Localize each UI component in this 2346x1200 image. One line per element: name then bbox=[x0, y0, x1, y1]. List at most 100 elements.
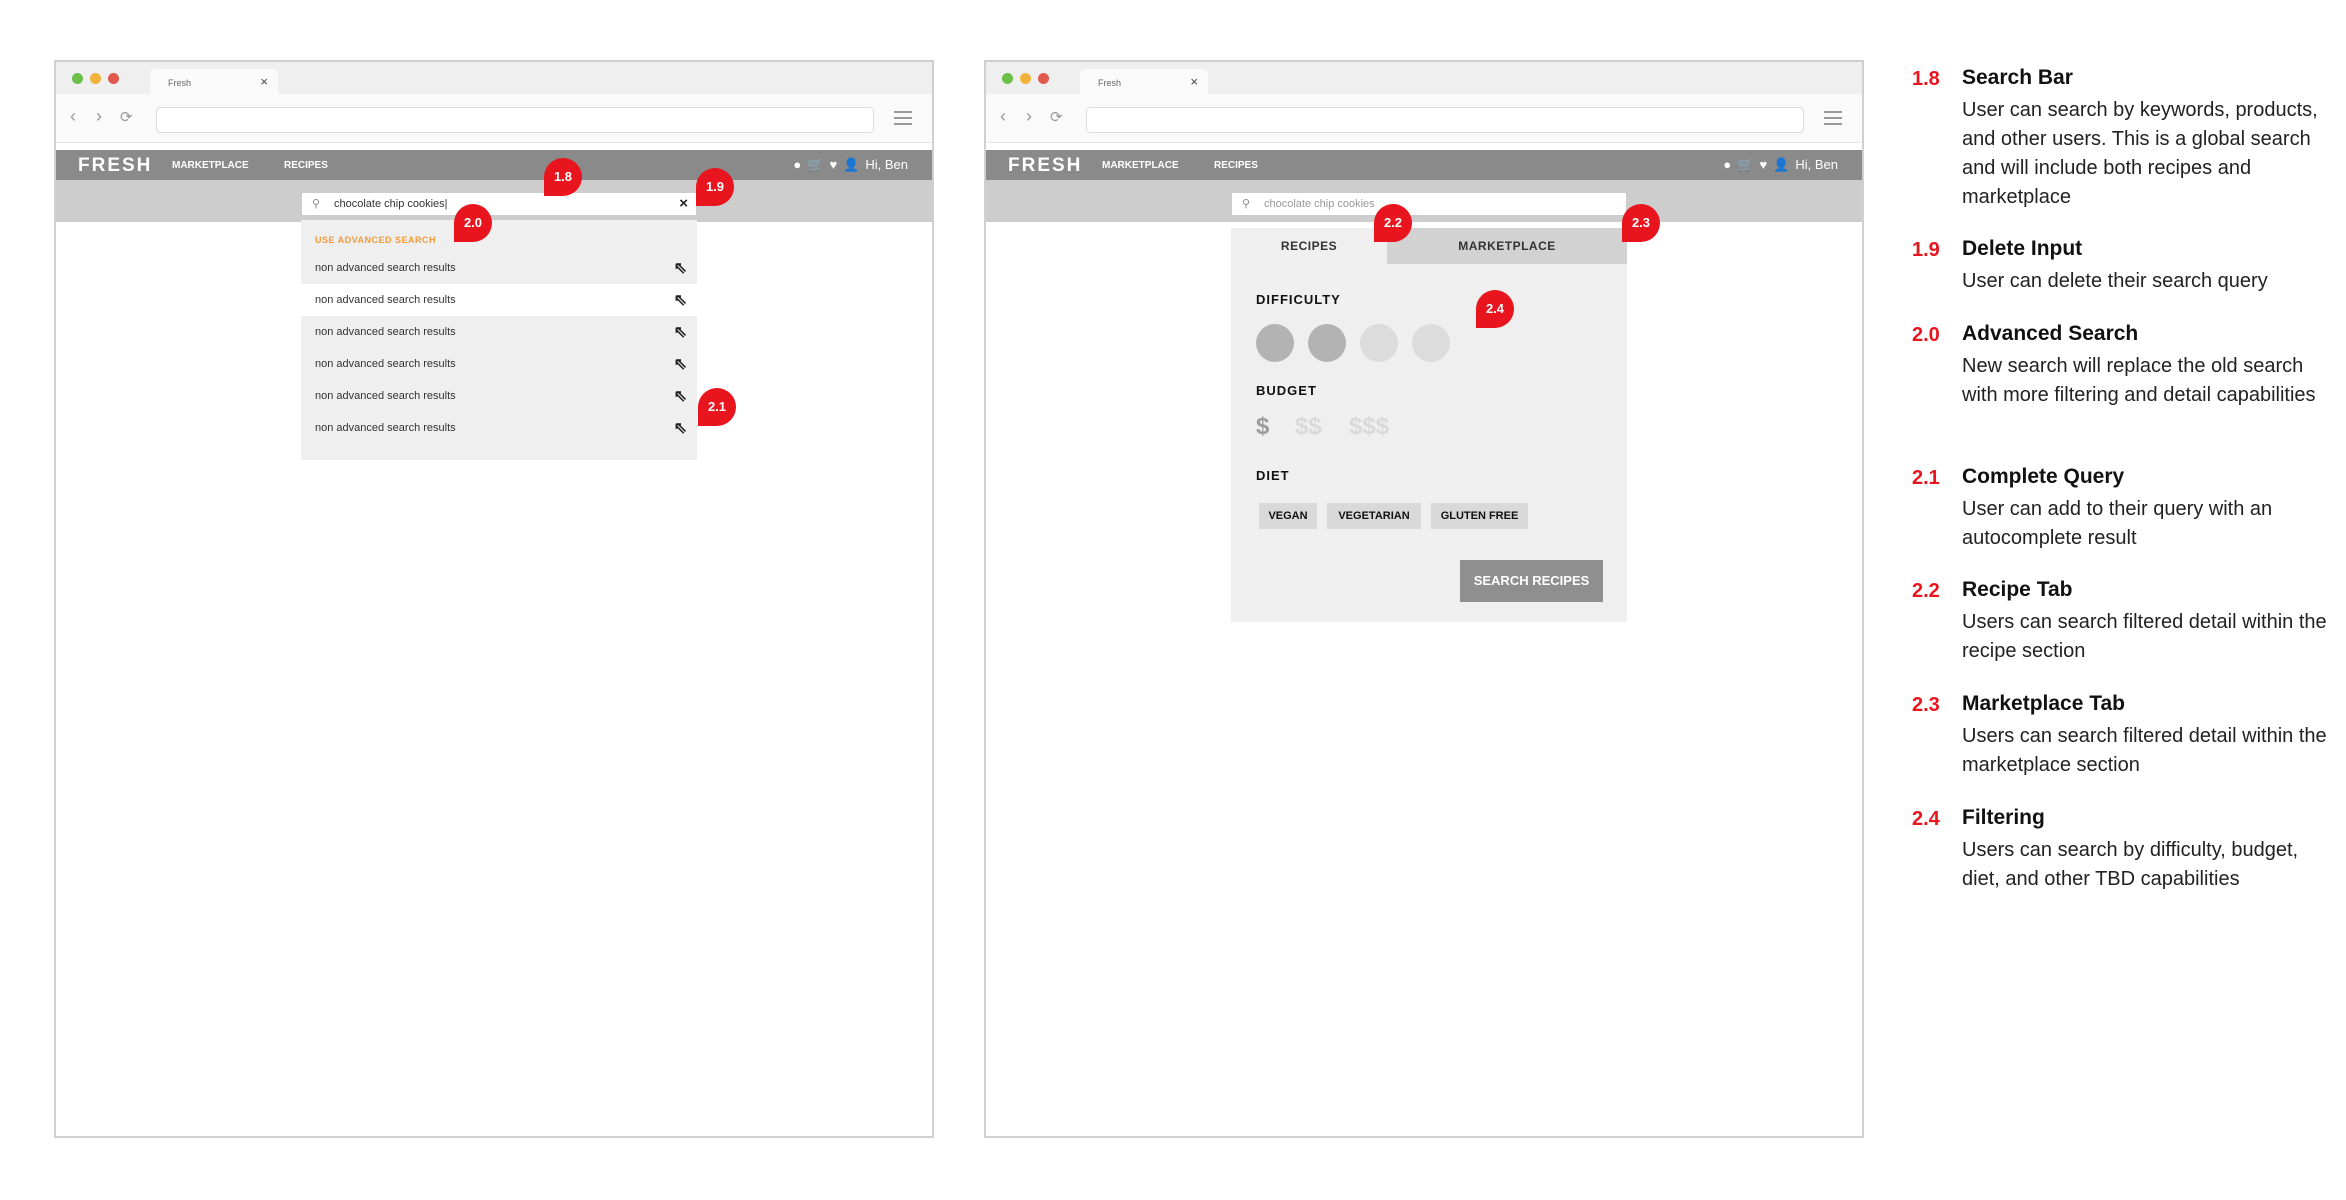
back-icon[interactable]: ‹ bbox=[70, 106, 76, 127]
browser-tab[interactable]: Fresh × bbox=[150, 69, 278, 96]
maximize-dot-icon[interactable] bbox=[108, 73, 119, 84]
result-row[interactable]: non advanced search results ⇖ bbox=[301, 412, 697, 444]
legend-number: 2.4 bbox=[1912, 808, 1940, 830]
callout-1-8: 1.8 bbox=[544, 158, 582, 196]
user-nav: ● 🛒 ♥ 👤 Hi, Ben bbox=[787, 157, 908, 173]
legend-title: Marketplace Tab bbox=[1962, 692, 2126, 715]
forward-icon[interactable]: › bbox=[1026, 106, 1032, 127]
browser-window-left: Fresh × ‹ › ⟳ FRESH MARKETPLACE RECIPES … bbox=[54, 60, 934, 1138]
result-row[interactable]: non advanced search results ⇖ bbox=[301, 252, 697, 284]
brand-logo[interactable]: FRESH bbox=[1008, 155, 1082, 177]
title-bar: Fresh × bbox=[986, 62, 1862, 96]
user-icon[interactable]: 👤 bbox=[843, 157, 859, 172]
heart-icon[interactable]: ♥ bbox=[1759, 157, 1767, 172]
browser-tab[interactable]: Fresh × bbox=[1080, 69, 1208, 96]
difficulty-level-1[interactable] bbox=[1256, 324, 1294, 362]
result-label: non advanced search results bbox=[315, 358, 456, 370]
browser-window-right: Fresh × ‹ › ⟳ FRESH MARKETPLACE RECIPES … bbox=[984, 60, 1864, 1138]
diet-chip-gluten-free[interactable]: GLUTEN FREE bbox=[1431, 503, 1528, 529]
tab-marketplace[interactable]: MARKETPLACE bbox=[1387, 228, 1627, 264]
cart-icon[interactable]: 🛒 bbox=[807, 157, 823, 172]
legend-description: User can add to their query with an auto… bbox=[1962, 498, 2273, 549]
difficulty-level-4[interactable] bbox=[1412, 324, 1450, 362]
result-label: non advanced search results bbox=[315, 390, 456, 402]
callout-2-0: 2.0 bbox=[454, 204, 492, 242]
nav-recipes[interactable]: RECIPES bbox=[1214, 160, 1258, 171]
legend-description: Users can search filtered detail within … bbox=[1962, 611, 2327, 662]
arrow-up-left-icon[interactable]: ⇖ bbox=[674, 290, 687, 310]
brand-logo[interactable]: FRESH bbox=[78, 155, 152, 177]
tab-recipes[interactable]: RECIPES bbox=[1231, 228, 1387, 264]
back-icon[interactable]: ‹ bbox=[1000, 106, 1006, 127]
maximize-dot-icon[interactable] bbox=[1038, 73, 1049, 84]
difficulty-label: DIFFICULTY bbox=[1256, 292, 1341, 307]
difficulty-level-2[interactable] bbox=[1308, 324, 1346, 362]
user-greeting[interactable]: Hi, Ben bbox=[1795, 157, 1838, 172]
legend-title: Complete Query bbox=[1962, 465, 2125, 488]
result-label: non advanced search results bbox=[315, 262, 456, 274]
result-row[interactable]: non advanced search results ⇖ bbox=[301, 348, 697, 380]
arrow-up-left-icon[interactable]: ⇖ bbox=[674, 322, 687, 342]
menu-icon[interactable] bbox=[894, 111, 912, 129]
nav-recipes[interactable]: RECIPES bbox=[284, 160, 328, 171]
browser-toolbar: ‹ › ⟳ bbox=[986, 94, 1862, 143]
nav-marketplace[interactable]: MARKETPLACE bbox=[172, 160, 249, 171]
arrow-up-left-icon[interactable]: ⇖ bbox=[674, 354, 687, 374]
legend-number: 1.8 bbox=[1912, 68, 1940, 90]
difficulty-level-3[interactable] bbox=[1360, 324, 1398, 362]
minimize-dot-icon[interactable] bbox=[1020, 73, 1031, 84]
legend-description: Users can search by difficulty, budget, … bbox=[1962, 839, 2299, 890]
result-row[interactable]: non advanced search results ⇖ bbox=[301, 380, 697, 412]
legend-number: 2.0 bbox=[1912, 324, 1940, 346]
browser-toolbar: ‹ › ⟳ bbox=[56, 94, 932, 143]
arrow-up-left-icon[interactable]: ⇖ bbox=[674, 258, 687, 278]
tab-close-icon[interactable]: × bbox=[1190, 74, 1198, 89]
user-icon[interactable]: 👤 bbox=[1773, 157, 1789, 172]
clear-search-icon[interactable]: × bbox=[679, 195, 688, 212]
info-icon[interactable]: ● bbox=[793, 157, 801, 172]
diet-chip-vegan[interactable]: VEGAN bbox=[1259, 503, 1317, 529]
title-bar: Fresh × bbox=[56, 62, 932, 96]
url-bar[interactable] bbox=[156, 107, 874, 133]
nav-marketplace[interactable]: MARKETPLACE bbox=[1102, 160, 1179, 171]
close-dot-icon[interactable] bbox=[72, 73, 83, 84]
diet-chip-vegetarian[interactable]: VEGETARIAN bbox=[1327, 503, 1421, 529]
user-greeting[interactable]: Hi, Ben bbox=[865, 157, 908, 172]
legend-title: Filtering bbox=[1962, 806, 2045, 829]
budget-option-low[interactable]: $ bbox=[1256, 413, 1269, 441]
url-bar[interactable] bbox=[1086, 107, 1804, 133]
legend-description: User can delete their search query bbox=[1962, 270, 2268, 292]
arrow-up-left-icon[interactable]: ⇖ bbox=[674, 386, 687, 406]
search-input[interactable]: ⚲ chocolate chip cookies bbox=[1231, 192, 1627, 216]
callout-1-9: 1.9 bbox=[696, 168, 734, 206]
reload-icon[interactable]: ⟳ bbox=[120, 108, 133, 126]
search-placeholder: chocolate chip cookies bbox=[1264, 198, 1375, 210]
menu-icon[interactable] bbox=[1824, 111, 1842, 129]
legend-title: Search Bar bbox=[1962, 66, 2073, 89]
close-dot-icon[interactable] bbox=[1002, 73, 1013, 84]
result-row[interactable]: non advanced search results ⇖ bbox=[301, 316, 697, 348]
minimize-dot-icon[interactable] bbox=[90, 73, 101, 84]
budget-option-high[interactable]: $$$ bbox=[1349, 413, 1389, 441]
user-nav: ● 🛒 ♥ 👤 Hi, Ben bbox=[1717, 157, 1838, 173]
legend-title: Recipe Tab bbox=[1962, 578, 2073, 601]
forward-icon[interactable]: › bbox=[96, 106, 102, 127]
search-query: chocolate chip cookies| bbox=[334, 198, 448, 210]
legend-number: 2.1 bbox=[1912, 467, 1940, 489]
arrow-up-left-icon[interactable]: ⇖ bbox=[674, 418, 687, 438]
cart-icon[interactable]: 🛒 bbox=[1737, 157, 1753, 172]
budget-option-mid[interactable]: $$ bbox=[1295, 413, 1322, 441]
info-icon[interactable]: ● bbox=[1723, 157, 1731, 172]
callout-2-2: 2.2 bbox=[1374, 204, 1412, 242]
result-row[interactable]: non advanced search results ⇖ bbox=[301, 284, 697, 316]
search-recipes-button[interactable]: SEARCH RECIPES bbox=[1460, 560, 1603, 602]
result-label: non advanced search results bbox=[315, 294, 456, 306]
site-nav-bar: FRESH MARKETPLACE RECIPES ● 🛒 ♥ 👤 Hi, Ben bbox=[986, 150, 1862, 180]
legend-number: 2.2 bbox=[1912, 580, 1940, 602]
reload-icon[interactable]: ⟳ bbox=[1050, 108, 1063, 126]
legend-title: Delete Input bbox=[1962, 237, 2083, 260]
tab-close-icon[interactable]: × bbox=[260, 74, 268, 89]
search-input[interactable]: ⚲ chocolate chip cookies| × bbox=[301, 192, 697, 216]
heart-icon[interactable]: ♥ bbox=[829, 157, 837, 172]
advanced-search-link[interactable]: USE ADVANCED SEARCH bbox=[315, 235, 436, 245]
